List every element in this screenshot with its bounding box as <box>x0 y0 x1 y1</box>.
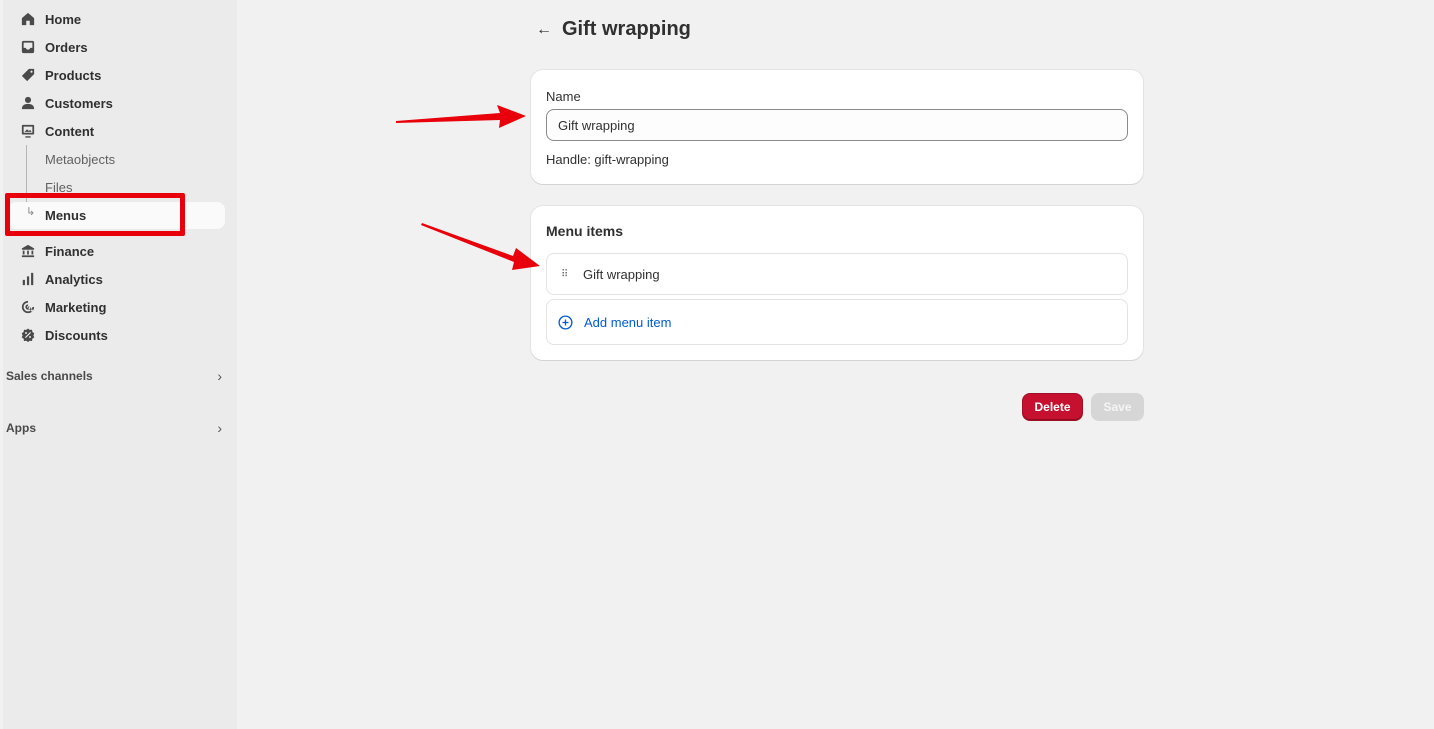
sales-channels-label: Sales channels <box>6 369 93 383</box>
target-icon <box>20 299 36 315</box>
nav-marketing[interactable]: Marketing <box>3 293 225 321</box>
sales-channels-header[interactable]: Sales channels › <box>6 366 228 386</box>
highlight-box-menus <box>5 193 185 236</box>
plus-circle-icon <box>558 314 573 330</box>
chevron-right-icon: › <box>217 420 222 436</box>
apps-label: Apps <box>6 421 36 435</box>
nav-products[interactable]: Products <box>3 61 225 89</box>
subnav-metaobjects[interactable]: Metaobjects <box>45 145 115 173</box>
add-menu-item-button[interactable]: Add menu item <box>546 299 1128 345</box>
menu-items-card: Menu items ⠿ Gift wrapping Add menu item <box>531 206 1143 360</box>
inbox-icon <box>20 39 36 55</box>
nav-home-label: Home <box>45 11 82 27</box>
nav-content-label: Content <box>45 123 95 139</box>
delete-button[interactable]: Delete <box>1022 393 1083 421</box>
person-icon <box>20 95 36 111</box>
image-icon <box>20 123 36 139</box>
name-card: Name Gift wrapping Handle: gift-wrapping <box>531 70 1143 184</box>
chevron-right-icon: › <box>217 368 222 384</box>
nav-home[interactable]: Home <box>3 5 225 33</box>
back-arrow-icon[interactable]: ← <box>536 21 552 39</box>
nav-orders-label: Orders <box>45 39 88 55</box>
nav-analytics-label: Analytics <box>45 271 103 287</box>
add-menu-item-label: Add menu item <box>584 314 672 330</box>
nav-orders[interactable]: Orders <box>3 33 225 61</box>
nav-customers[interactable]: Customers <box>3 89 225 117</box>
drag-handle-icon[interactable]: ⠿ <box>561 269 573 280</box>
subnav-metaobjects-label: Metaobjects <box>45 151 116 167</box>
nav-finance-label: Finance <box>45 243 95 259</box>
bank-icon <box>20 243 36 259</box>
handle-text: Handle: gift-wrapping <box>546 152 669 167</box>
nav-finance[interactable]: Finance <box>3 237 225 265</box>
bar-chart-icon <box>20 271 36 287</box>
tag-icon <box>20 67 36 83</box>
nav-products-label: Products <box>45 67 102 83</box>
annotation-arrow-menu <box>421 223 540 270</box>
sidebar: Home Orders Products Customers Content M… <box>3 0 237 729</box>
apps-header[interactable]: Apps › <box>6 418 228 438</box>
menu-item-label: Gift wrapping <box>583 266 660 282</box>
home-icon <box>20 11 36 27</box>
page-title: Gift wrapping <box>562 18 691 40</box>
nav-content[interactable]: Content <box>3 117 225 145</box>
nav-discounts[interactable]: Discounts <box>3 321 225 349</box>
discount-icon <box>20 327 36 343</box>
menu-items-heading: Menu items <box>546 223 624 239</box>
nav-analytics[interactable]: Analytics <box>3 265 225 293</box>
annotation-arrow-name <box>396 105 526 128</box>
save-button[interactable]: Save <box>1091 393 1144 421</box>
nav-customers-label: Customers <box>45 95 113 111</box>
name-label: Name <box>546 89 581 104</box>
nav-discounts-label: Discounts <box>45 327 108 343</box>
page-header: ← Gift wrapping <box>536 18 691 41</box>
nav-marketing-label: Marketing <box>45 299 107 315</box>
name-input[interactable]: Gift wrapping <box>546 109 1128 141</box>
menu-item-row[interactable]: ⠿ Gift wrapping <box>546 253 1128 295</box>
